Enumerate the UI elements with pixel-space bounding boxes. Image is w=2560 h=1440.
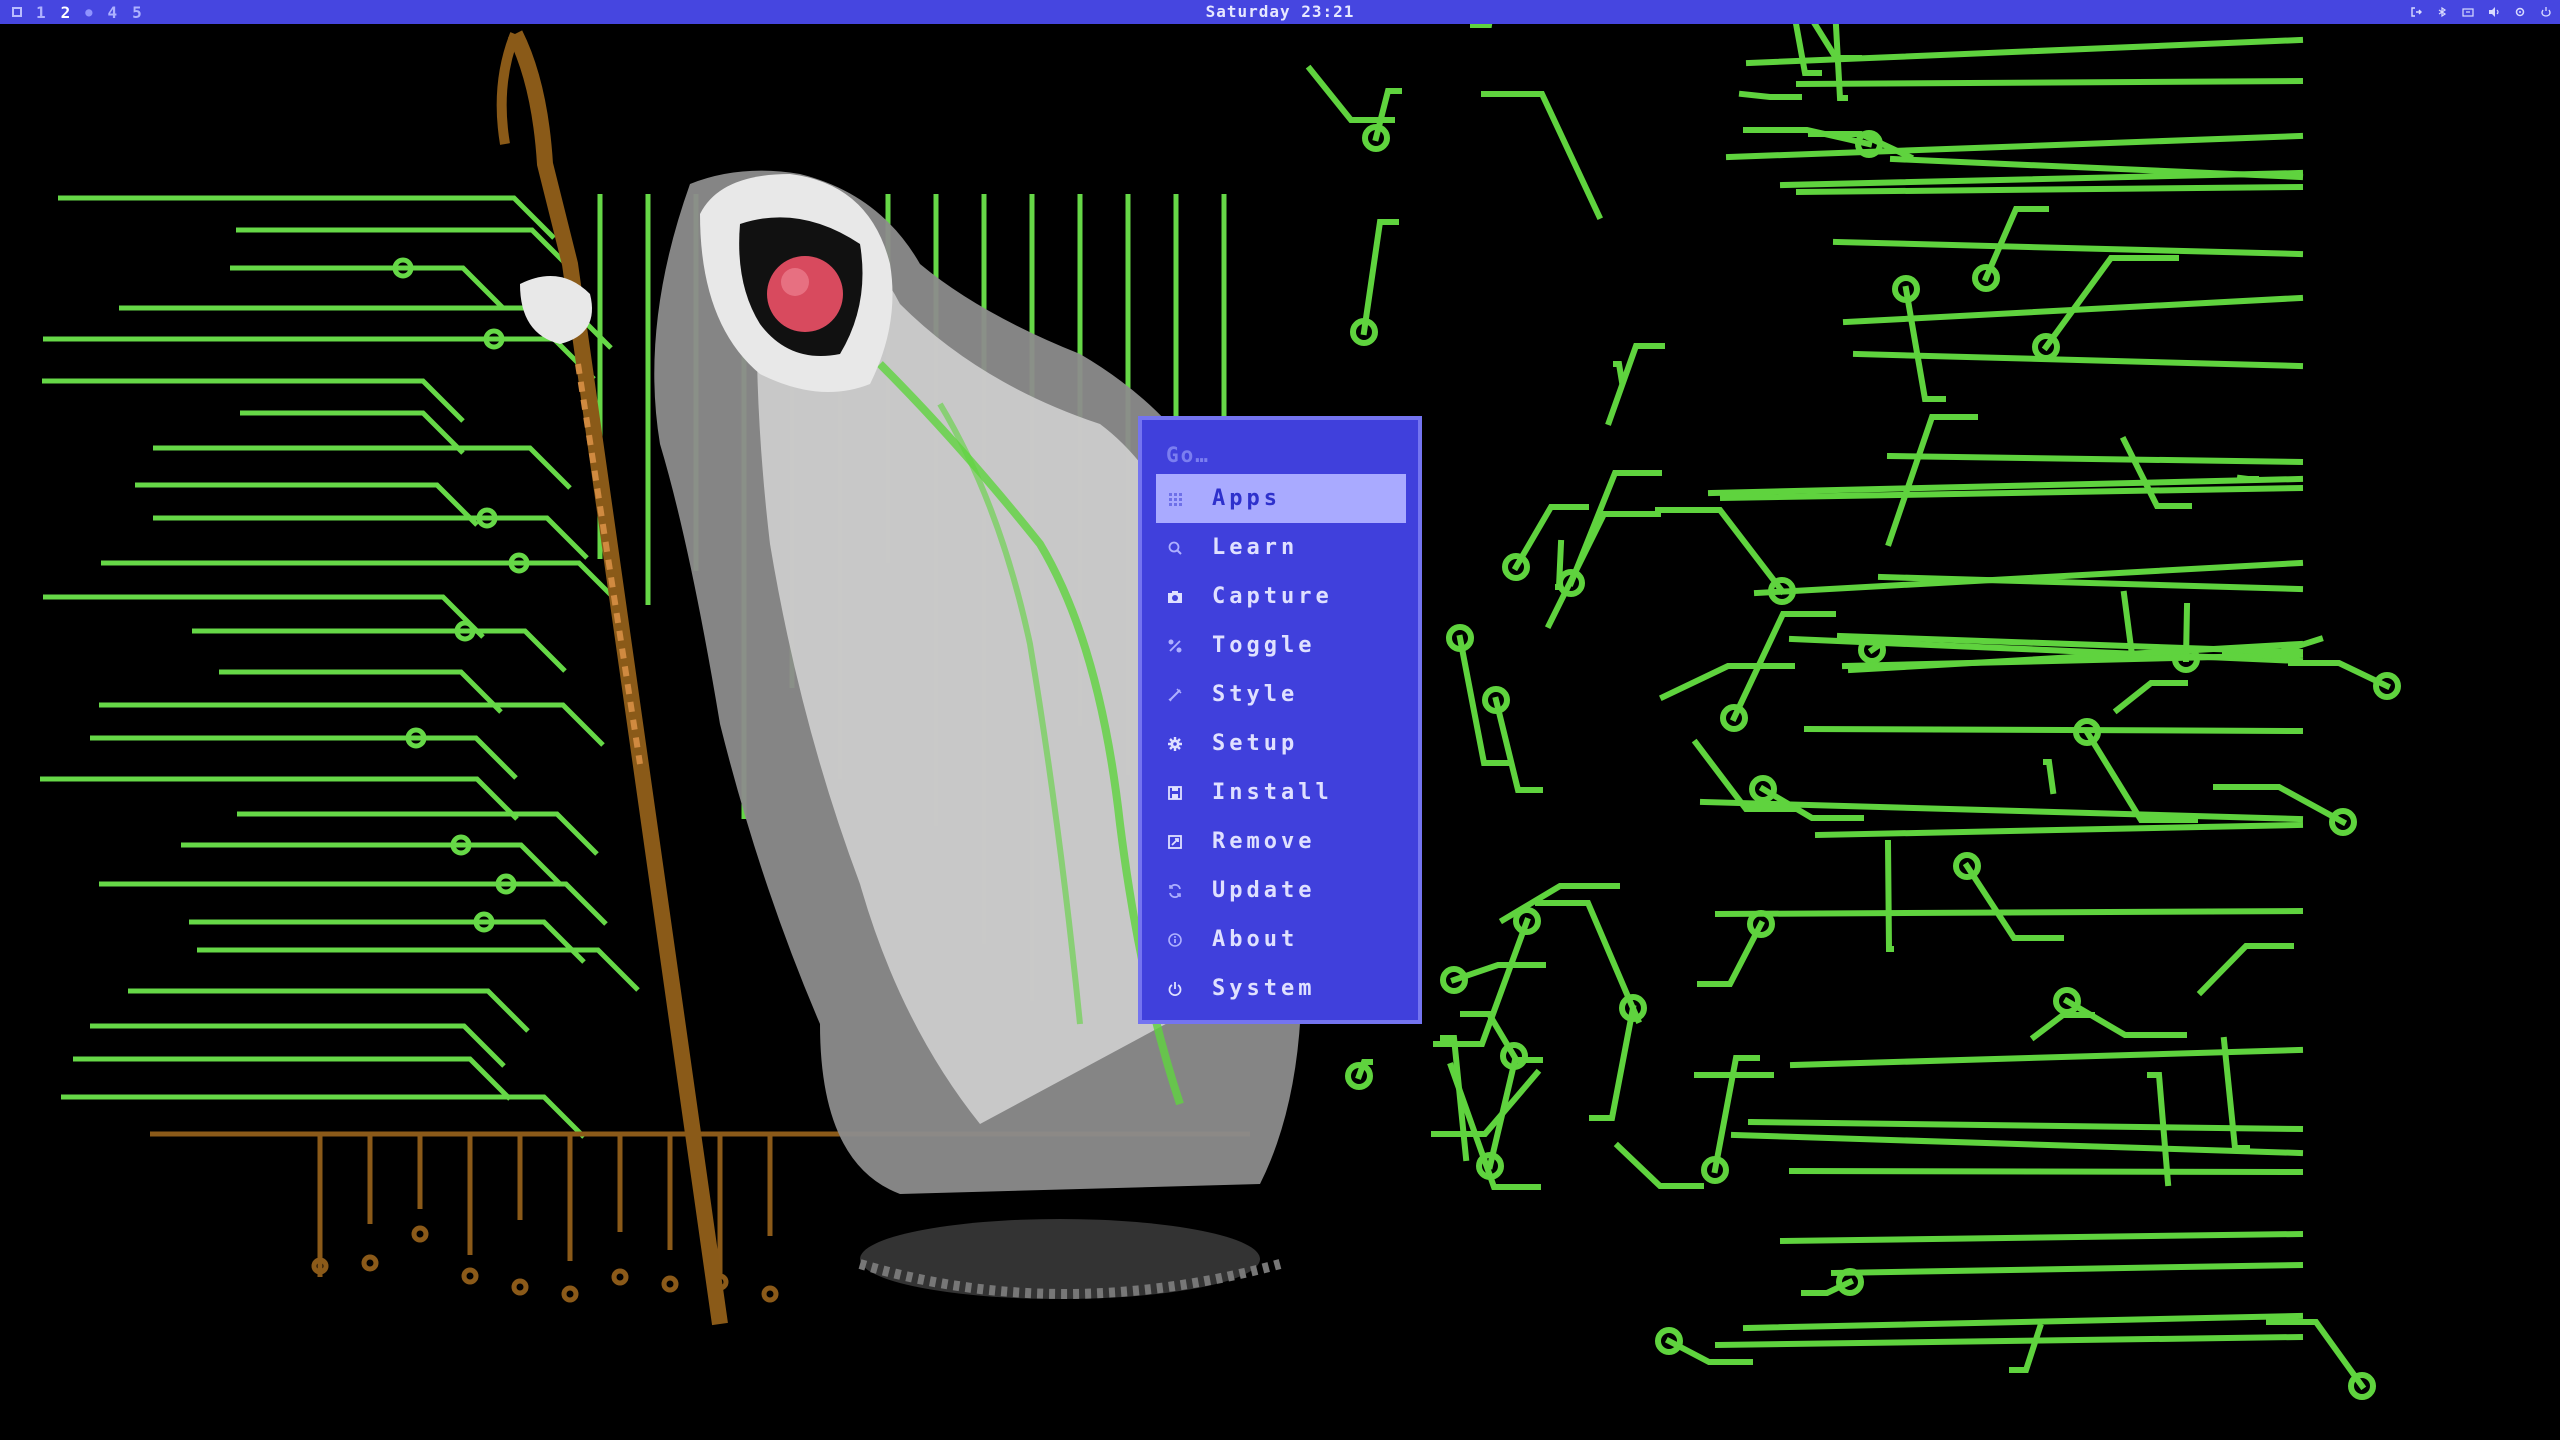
workspace-2[interactable]: 2 [61, 3, 72, 22]
magnifier-icon [1164, 537, 1186, 559]
menu-item-label: About [1212, 927, 1299, 952]
menu-item-style[interactable]: Style [1156, 670, 1406, 719]
menu-item-label: Remove [1212, 829, 1316, 854]
toggle-icon [1164, 635, 1186, 657]
menu-item-capture[interactable]: Capture [1156, 572, 1406, 621]
bluetooth-icon[interactable] [2436, 6, 2448, 18]
grid-icon [1164, 488, 1186, 510]
launcher-item-list: Apps Learn Capture Toggle Style Setup In… [1156, 474, 1406, 1013]
workspace-4[interactable]: 4 [108, 3, 119, 22]
workspace-occupied-marker[interactable]: ● [85, 5, 93, 19]
menu-item-label: Install [1212, 780, 1333, 805]
remove-icon [1164, 831, 1186, 853]
network-icon[interactable] [2462, 6, 2474, 18]
menu-item-remove[interactable]: Remove [1156, 817, 1406, 866]
menu-item-label: Apps [1212, 486, 1281, 511]
menu-item-setup[interactable]: Setup [1156, 719, 1406, 768]
menu-item-install[interactable]: Install [1156, 768, 1406, 817]
menu-item-label: Toggle [1212, 633, 1316, 658]
menu-item-label: Learn [1212, 535, 1299, 560]
menu-item-learn[interactable]: Learn [1156, 523, 1406, 572]
power-icon [1164, 978, 1186, 1000]
settings-icon[interactable] [2514, 6, 2526, 18]
menu-item-about[interactable]: About [1156, 915, 1406, 964]
menu-item-label: Update [1212, 878, 1316, 903]
workspace-switcher: 1 2 ● 4 5 [12, 0, 143, 24]
battery-icon[interactable] [2540, 6, 2552, 18]
menu-item-system[interactable]: System [1156, 964, 1406, 1013]
logout-icon[interactable] [2410, 6, 2422, 18]
menu-item-label: Capture [1212, 584, 1333, 609]
menu-item-label: System [1212, 976, 1316, 1001]
workspace-overview-icon[interactable] [12, 7, 22, 17]
menu-item-toggle[interactable]: Toggle [1156, 621, 1406, 670]
clock[interactable]: Saturday 23:21 [1200, 0, 1360, 24]
menu-item-update[interactable]: Update [1156, 866, 1406, 915]
install-icon [1164, 782, 1186, 804]
volume-icon[interactable] [2488, 6, 2500, 18]
system-tray [2410, 0, 2552, 24]
launcher-menu: Apps Learn Capture Toggle Style [1138, 416, 1422, 1024]
workspace-1[interactable]: 1 [36, 3, 47, 22]
menu-item-label: Style [1212, 682, 1299, 707]
camera-icon [1164, 586, 1186, 608]
top-bar: 1 2 ● 4 5 Saturday 23:21 [0, 0, 2560, 24]
info-icon [1164, 929, 1186, 951]
refresh-icon [1164, 880, 1186, 902]
gear-icon [1164, 733, 1186, 755]
launcher-search-input[interactable] [1166, 440, 1402, 470]
menu-item-label: Setup [1212, 731, 1299, 756]
menu-item-apps[interactable]: Apps [1156, 474, 1406, 523]
brush-icon [1164, 684, 1186, 706]
workspace-5[interactable]: 5 [132, 3, 143, 22]
